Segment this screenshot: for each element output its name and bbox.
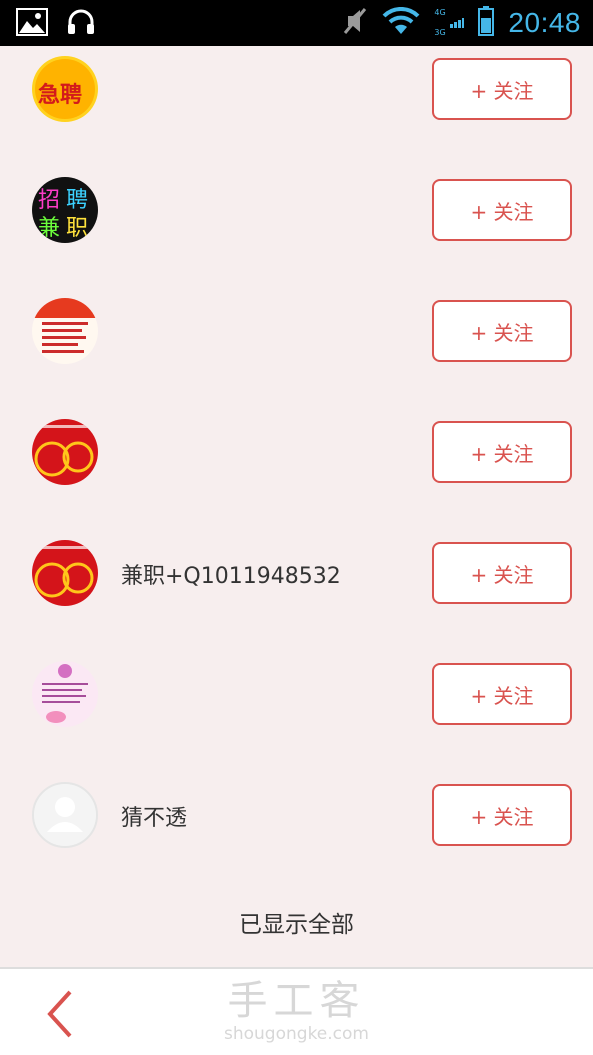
avatar[interactable] [32, 540, 98, 606]
wifi-icon [382, 6, 420, 39]
user-name[interactable]: 猜不透 [121, 800, 187, 832]
list-item: + 关注 [0, 651, 593, 772]
headphones-icon [66, 8, 96, 40]
follow-button[interactable]: + 关注 [432, 58, 572, 120]
avatar[interactable]: 急聘 [32, 56, 98, 122]
brand-domain: shougongke.com [224, 1024, 369, 1044]
end-of-list-label: 已显示全部 [239, 912, 354, 938]
avatar[interactable] [32, 419, 98, 485]
list-item: + 关注 [0, 288, 593, 409]
brand-name: 手工客 [227, 978, 366, 1024]
red-hiring-avatar [32, 540, 98, 606]
follow-button[interactable]: + 关注 [432, 542, 572, 604]
hiring-flyer-avatar [32, 298, 98, 364]
default-user-avatar [34, 784, 96, 846]
neon-hiring-avatar: 招 聘 兼 职 [32, 177, 98, 243]
avatar[interactable] [32, 782, 98, 848]
user-name[interactable]: 兼职+Q1011948532 [121, 558, 341, 590]
list-item: 急聘 + 关注 [0, 46, 593, 167]
bottom-bar: 手工客 shougongke.com [0, 967, 593, 1055]
red-hiring-avatar [32, 419, 98, 485]
avatar[interactable] [32, 661, 98, 727]
follow-button[interactable]: + 关注 [432, 300, 572, 362]
avatar[interactable]: 招 聘 兼 职 [32, 177, 98, 243]
signal-icon: 4G 3G [434, 8, 465, 38]
list-item: 猜不透 + 关注 [0, 772, 593, 893]
brand-logo: 手工客 shougongke.com [0, 979, 593, 1045]
status-left [16, 8, 96, 40]
mute-icon [342, 6, 368, 40]
follow-button[interactable]: + 关注 [432, 179, 572, 241]
list-item: 兼职+Q1011948532 + 关注 [0, 530, 593, 651]
follow-button[interactable]: + 关注 [432, 784, 572, 846]
follow-button[interactable]: + 关注 [432, 663, 572, 725]
battery-icon [478, 6, 495, 40]
image-icon [16, 8, 48, 40]
urgent-hiring-avatar: 急聘 [32, 56, 98, 122]
pink-flyer-avatar [32, 661, 98, 727]
status-right: 4G 3G 20:48 [342, 6, 581, 40]
network-type-bottom: 3G [434, 28, 446, 37]
svg-text:聘: 聘 [66, 188, 88, 213]
list-item: 招 聘 兼 职 + 关注 [0, 167, 593, 288]
svg-text:招: 招 [38, 188, 60, 213]
svg-text:兼: 兼 [38, 216, 60, 241]
status-bar: 4G 3G 20:48 [0, 0, 593, 46]
network-type-top: 4G [434, 8, 446, 17]
list-item: + 关注 [0, 409, 593, 530]
clock: 20:48 [508, 7, 581, 38]
svg-text:职: 职 [66, 216, 88, 241]
follow-button[interactable]: + 关注 [432, 421, 572, 483]
svg-text:急聘: 急聘 [38, 82, 82, 108]
avatar[interactable] [32, 298, 98, 364]
